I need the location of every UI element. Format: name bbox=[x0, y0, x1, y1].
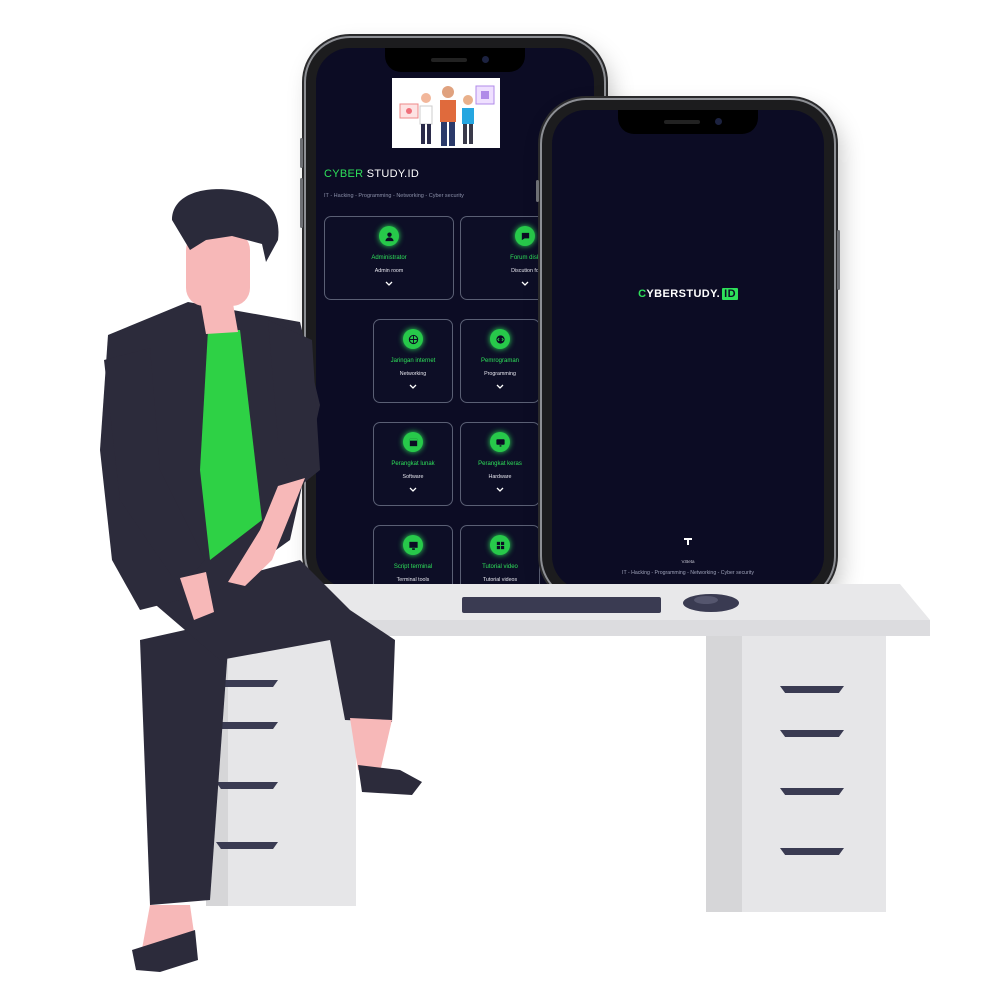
phone-notch bbox=[618, 110, 758, 134]
phone-notch bbox=[385, 48, 525, 72]
person-illustration bbox=[100, 189, 422, 972]
